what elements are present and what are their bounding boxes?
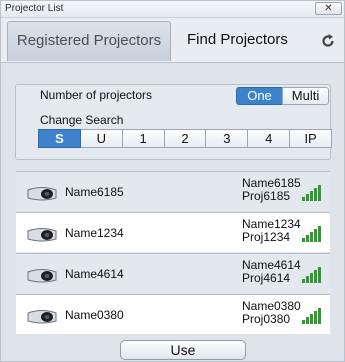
projector-name: Name0380	[65, 308, 124, 322]
projector-row[interactable]: Name4614 Name4614 Proj4614	[16, 253, 330, 293]
tab-registered-projectors[interactable]: Registered Projectors	[7, 21, 171, 61]
projector-row[interactable]: Name1234 Name1234 Proj1234	[16, 212, 330, 252]
projector-detail-proj: Proj0380	[242, 312, 291, 326]
close-icon: ✕	[324, 3, 333, 14]
projector-list-window: Projector List ✕ Registered Projectors F…	[0, 0, 345, 362]
search-key-3[interactable]: 3	[206, 129, 249, 148]
search-key-u[interactable]: U	[80, 129, 123, 148]
title-bar: Projector List ✕	[1, 1, 344, 18]
signal-strength-icon	[302, 308, 321, 324]
mode-multi-button[interactable]: Multi	[282, 87, 329, 105]
refresh-button[interactable]	[318, 29, 338, 53]
change-search-label: Change Search	[40, 113, 124, 127]
projector-icon	[27, 228, 57, 242]
projector-row[interactable]: Name0380 Name0380 Proj0380	[16, 294, 330, 334]
tab-bar: Registered Projectors Find Projectors	[1, 18, 344, 63]
projector-detail: Name0380 Proj0380	[242, 300, 301, 326]
use-button[interactable]: Use	[120, 340, 246, 360]
signal-strength-icon	[302, 226, 321, 242]
projector-row[interactable]: Name6185 Name6185 Proj6185	[16, 171, 330, 211]
projector-icon	[27, 310, 57, 324]
projector-icon	[27, 187, 57, 201]
projector-detail: Name6185 Proj6185	[242, 177, 301, 203]
signal-strength-icon	[302, 185, 321, 201]
search-key-4[interactable]: 4	[248, 129, 291, 148]
tab-find-projectors[interactable]: Find Projectors	[179, 21, 305, 61]
search-key-bar: S U 1 2 3 4 IP	[38, 129, 333, 148]
projector-list: Name6185 Name6185 Proj6185 Name1234 Name…	[16, 171, 330, 336]
projector-icon	[27, 269, 57, 283]
projector-detail-proj: Proj6185	[242, 189, 291, 203]
projector-name: Name1234	[65, 226, 124, 240]
search-key-s[interactable]: S	[38, 129, 81, 148]
projector-detail: Name4614 Proj4614	[242, 259, 301, 285]
refresh-icon	[322, 34, 334, 47]
search-key-2[interactable]: 2	[164, 129, 207, 148]
mode-one-button[interactable]: One	[236, 87, 283, 105]
projector-detail-proj: Proj1234	[242, 230, 291, 244]
projector-name: Name4614	[65, 267, 124, 281]
projector-name: Name6185	[65, 185, 124, 199]
search-key-ip[interactable]: IP	[290, 129, 333, 148]
signal-strength-icon	[302, 267, 321, 283]
window-title: Projector List	[5, 3, 64, 14]
close-button[interactable]: ✕	[315, 2, 342, 15]
projector-detail: Name1234 Proj1234	[242, 218, 301, 244]
search-options-panel: Number of projectors One Multi Change Se…	[15, 84, 333, 160]
search-key-1[interactable]: 1	[122, 129, 165, 148]
number-of-projectors-label: Number of projectors	[40, 88, 153, 102]
projector-detail-proj: Proj4614	[242, 271, 291, 285]
